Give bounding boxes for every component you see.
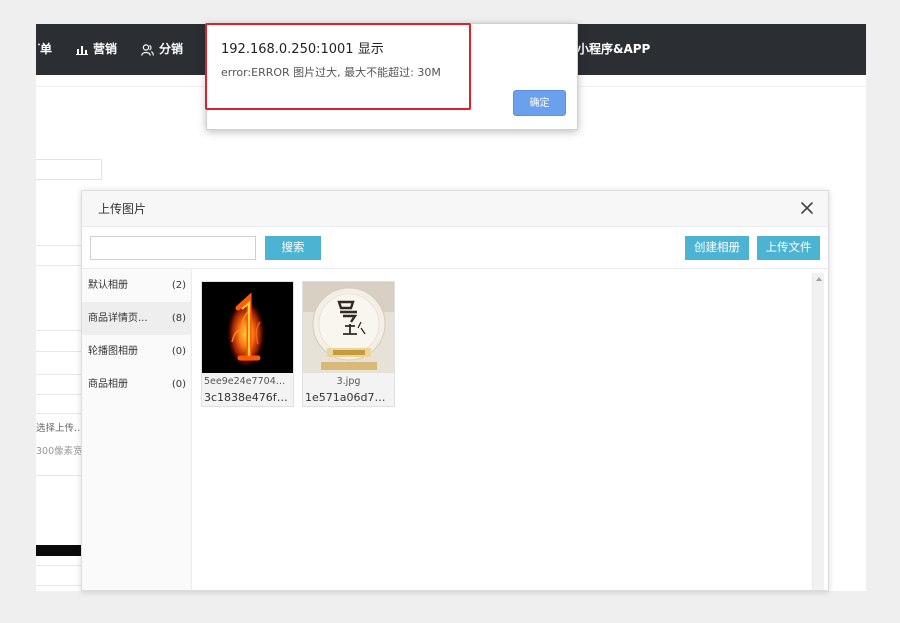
album-count: (0) xyxy=(171,346,186,357)
album-name: 默认相册 xyxy=(88,280,128,291)
image-grid: 5ee9e24e7704b9... 3c1838e476f2... 3.jpg … xyxy=(193,269,828,590)
album-count: (0) xyxy=(171,379,186,390)
nav-item-orders[interactable]: 订单 xyxy=(38,24,52,75)
nav-item-distribution[interactable]: 分销 xyxy=(141,24,183,75)
fire-number-image xyxy=(202,282,293,373)
divider xyxy=(36,245,82,246)
dialog-title: 上传图片 xyxy=(98,202,147,216)
nav-item-marketing[interactable]: 营销 xyxy=(76,24,117,75)
album-count: (8) xyxy=(171,313,186,324)
search-button[interactable]: 搜索 xyxy=(265,236,321,260)
bar-chart-icon xyxy=(76,46,88,55)
background-size-hint: 300像素宽… xyxy=(36,446,82,457)
close-icon[interactable] xyxy=(800,201,814,215)
browser-alert-dialog: 192.168.0.250:1001 显示 error:ERROR 图片过大, … xyxy=(206,23,578,130)
upload-file-button[interactable]: 上传文件 xyxy=(757,236,820,260)
image-thumbnail[interactable]: 5ee9e24e7704b9... 3c1838e476f2... xyxy=(201,281,294,407)
background-input[interactable] xyxy=(36,159,102,180)
search-input[interactable] xyxy=(90,236,256,260)
image-filename: 3.jpg xyxy=(336,376,361,387)
nav-item-label: 订单 xyxy=(38,42,52,56)
album-name: 商品相册 xyxy=(88,379,128,390)
album-count: (2) xyxy=(171,280,186,291)
upload-image-dialog: 上传图片 搜索 创建相册 上传文件 默认相册 (2) 商品详情页... (8) … xyxy=(81,190,829,591)
divider xyxy=(36,265,82,266)
divider xyxy=(36,330,82,331)
divider xyxy=(36,394,82,395)
image-id: 1e571a06d7b3... xyxy=(305,391,394,404)
album-name: 商品详情页... xyxy=(88,313,148,324)
album-list: 默认相册 (2) 商品详情页... (8) 轮播图相册 (0) 商品相册 (0) xyxy=(82,269,192,590)
nav-item-label: 营销 xyxy=(93,42,118,56)
divider xyxy=(36,374,82,375)
album-item-product-detail[interactable]: 商品详情页... (8) xyxy=(82,302,192,335)
album-item-product[interactable]: 商品相册 (0) xyxy=(82,368,192,401)
divider xyxy=(36,475,82,476)
vertical-scrollbar[interactable] xyxy=(812,273,824,590)
tea-cake-image xyxy=(303,282,394,373)
users-icon xyxy=(141,43,154,56)
nav-item-label: 分销 xyxy=(159,42,184,56)
album-item-default[interactable]: 默认相册 (2) xyxy=(82,269,192,302)
nav-item-label: 小程序&APP xyxy=(577,42,651,56)
scroll-up-arrow-icon[interactable] xyxy=(816,277,822,281)
alert-ok-button[interactable]: 确定 xyxy=(513,90,566,116)
alert-title: 192.168.0.250:1001 显示 xyxy=(221,42,384,57)
background-upload-hint: 选择上传… xyxy=(36,423,82,434)
image-id: 3c1838e476f2... xyxy=(204,391,293,404)
album-item-carousel[interactable]: 轮播图相册 (0) xyxy=(82,335,192,368)
divider xyxy=(36,351,82,352)
nav-item-miniprogram-app[interactable]: 小程序&APP xyxy=(577,24,650,75)
image-filename: 5ee9e24e7704b9... xyxy=(204,376,293,387)
divider xyxy=(36,565,82,566)
dialog-header: 上传图片 xyxy=(82,191,828,227)
image-thumbnail[interactable]: 3.jpg 1e571a06d7b3... xyxy=(302,281,395,407)
alert-message: error:ERROR 图片过大, 最大不能超过: 30M xyxy=(221,66,441,79)
create-album-button[interactable]: 创建相册 xyxy=(685,236,749,260)
divider xyxy=(36,585,82,586)
album-name: 轮播图相册 xyxy=(88,346,138,357)
divider xyxy=(36,413,82,414)
